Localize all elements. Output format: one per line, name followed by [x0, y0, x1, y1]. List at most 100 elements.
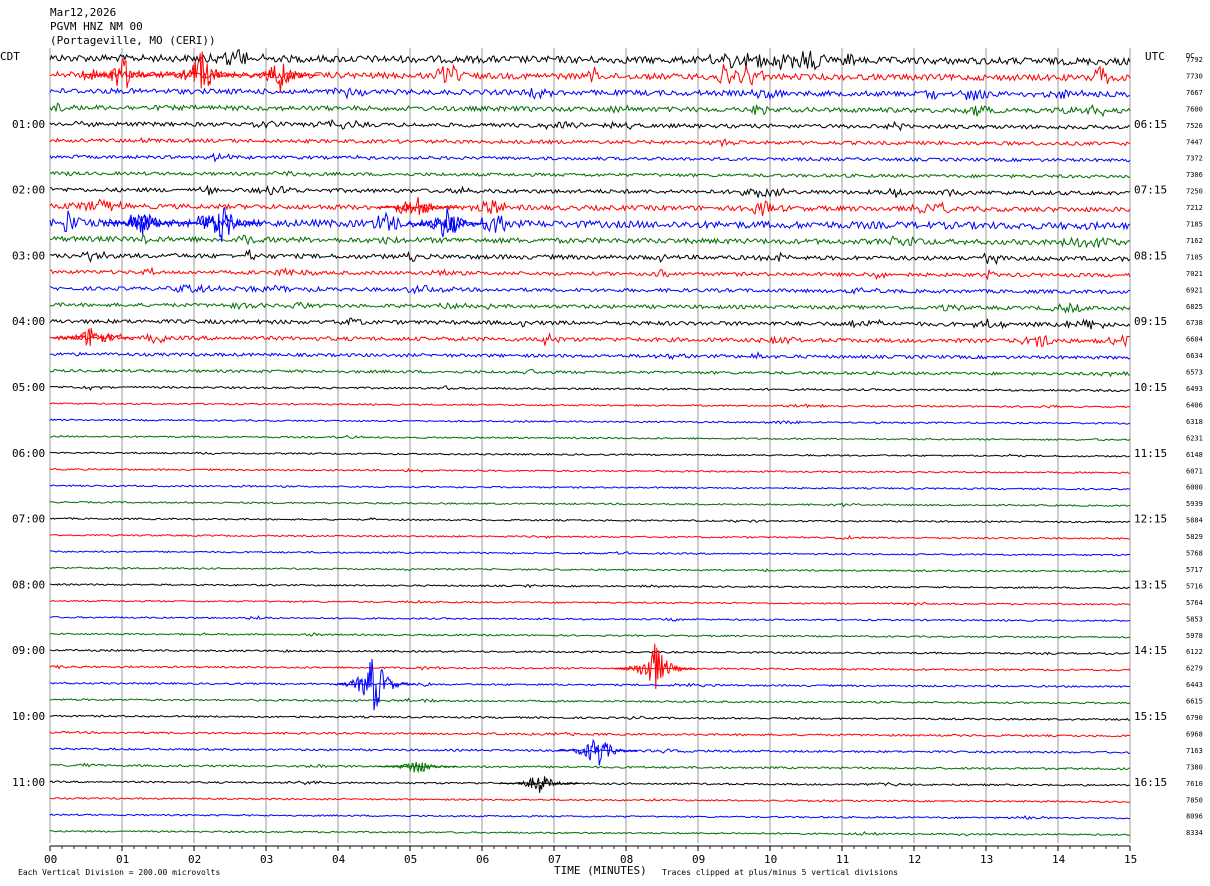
trace-row — [49, 566, 1131, 573]
left-hour-label: 11:00 — [12, 776, 45, 789]
dc-value: 7792 — [1186, 56, 1203, 64]
right-hour-label: 12:15 — [1134, 513, 1167, 526]
clip-note: Traces clipped at plus/minus 5 vertical … — [662, 868, 898, 877]
dc-value: 7306 — [1186, 171, 1203, 179]
left-hour-label: 10:00 — [12, 710, 45, 723]
right-hour-label: 06:15 — [1134, 118, 1167, 131]
trace-row — [49, 249, 1131, 266]
dc-value: 7667 — [1186, 89, 1203, 97]
x-tick-label: 11 — [836, 853, 849, 866]
dc-value: 7185 — [1186, 221, 1203, 229]
trace-row — [49, 500, 1131, 508]
dc-value: 5978 — [1186, 632, 1203, 640]
trace-row — [49, 118, 1131, 132]
dc-value: 7250 — [1186, 188, 1203, 196]
right-hour-label: 13:15 — [1134, 578, 1167, 591]
trace-row — [49, 484, 1131, 491]
trace-row — [49, 87, 1131, 101]
scale-note: Each Vertical Division = 200.00 microvol… — [18, 868, 220, 877]
x-axis: 00 01 02 03 04 05 06 07 08 09 10 11 12 13 14 15 — [44, 845, 1137, 866]
trace-row — [49, 184, 1131, 198]
x-tick-label: 13 — [980, 853, 993, 866]
trace-row — [49, 283, 1131, 295]
dc-value: 6790 — [1186, 714, 1203, 722]
trace-row — [49, 550, 1131, 557]
dc-value: 5768 — [1186, 550, 1203, 558]
dc-value-labels: 7792 7730 7667 7600 7526 7447 7372 7306 7250 7212… — [1186, 56, 1203, 837]
dc-value: 5939 — [1186, 500, 1203, 508]
dc-value: 6634 — [1186, 352, 1203, 360]
seismic-event — [377, 196, 458, 216]
dc-value: 6573 — [1186, 369, 1203, 377]
right-timezone-label: UTC — [1145, 50, 1165, 63]
trace-row — [49, 747, 1131, 754]
dc-value: 8334 — [1186, 829, 1203, 837]
dc-value: 6921 — [1186, 286, 1203, 294]
trace-row — [49, 402, 1131, 409]
header-date: Mar12,2026 — [50, 6, 116, 19]
trace-row — [49, 615, 1131, 623]
trace-row — [49, 317, 1131, 330]
trace-row — [49, 266, 1131, 281]
dc-value: 6604 — [1186, 336, 1203, 344]
trace-row — [49, 632, 1131, 639]
trace-row — [49, 797, 1131, 804]
dc-value: 6279 — [1186, 665, 1203, 673]
seismic-event — [161, 51, 242, 89]
dc-value: 6443 — [1186, 681, 1203, 689]
trace-row — [49, 63, 1131, 87]
dc-value: 5717 — [1186, 566, 1203, 574]
trace-row — [49, 385, 1130, 393]
left-hour-label: 07:00 — [12, 513, 45, 526]
x-tick-label: 14 — [1052, 853, 1066, 866]
x-tick-label: 05 — [404, 853, 417, 866]
dc-value: 7380 — [1186, 763, 1203, 771]
dc-value: 6122 — [1186, 648, 1203, 656]
dc-value: 7526 — [1186, 122, 1203, 130]
dc-value: 8096 — [1186, 813, 1203, 821]
dc-value: 7021 — [1186, 270, 1203, 278]
left-hour-label: 06:00 — [12, 447, 45, 460]
dc-value: 7163 — [1186, 747, 1203, 755]
dc-value: 6000 — [1186, 484, 1203, 492]
x-tick-label: 12 — [908, 853, 921, 866]
seismic-event — [405, 207, 487, 238]
dc-value: 7162 — [1186, 237, 1203, 245]
trace-row — [49, 762, 1131, 771]
event-bursts — [53, 51, 695, 793]
trace-row — [49, 599, 1131, 607]
dc-value: 6071 — [1186, 467, 1203, 475]
right-hour-label: 07:15 — [1134, 184, 1167, 197]
left-hour-label: 08:00 — [12, 578, 45, 591]
x-tick-label: 15 — [1124, 853, 1137, 866]
right-hour-label: 11:15 — [1134, 447, 1167, 460]
trace-row — [49, 681, 1131, 688]
seismic-event — [240, 63, 321, 93]
trace-row — [49, 648, 1130, 656]
dc-value: 6318 — [1186, 418, 1203, 426]
trace-row — [49, 301, 1131, 314]
dc-value: 7105 — [1186, 253, 1203, 261]
minute-grid — [49, 48, 1131, 844]
trace-row — [49, 198, 1131, 217]
trace-rows — [49, 48, 1131, 837]
right-hour-label: 09:15 — [1134, 315, 1167, 328]
x-tick-label: 02 — [188, 853, 201, 866]
dc-value: 7372 — [1186, 155, 1203, 163]
left-hour-label: 05:00 — [12, 381, 45, 394]
dc-value: 6406 — [1186, 401, 1203, 409]
trace-row — [49, 170, 1131, 179]
dc-value: 5716 — [1186, 582, 1203, 590]
right-hour-labels: 06:15 07:15 08:15 09:15 10:15 11:15 12:15 13:15… — [1134, 118, 1167, 789]
dc-value: 7610 — [1186, 780, 1203, 788]
x-tick-label: 10 — [764, 853, 777, 866]
right-hour-label: 10:15 — [1134, 381, 1167, 394]
left-hour-label: 02:00 — [12, 184, 45, 197]
x-tick-label: 00 — [44, 853, 57, 866]
header-station: PGVM HNZ NM 00 — [50, 20, 143, 33]
x-tick-label: 04 — [332, 853, 346, 866]
right-hour-label: 16:15 — [1134, 776, 1167, 789]
trace-row — [49, 813, 1131, 820]
x-tick-label: 03 — [260, 853, 273, 866]
dc-value: 5829 — [1186, 533, 1203, 541]
